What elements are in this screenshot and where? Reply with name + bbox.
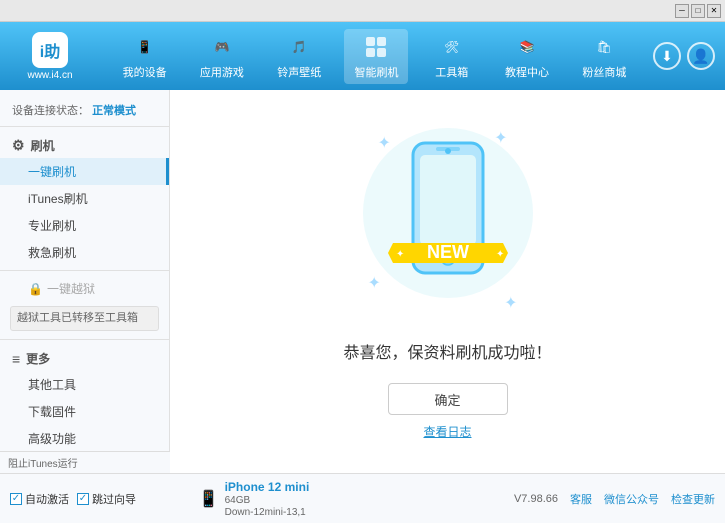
smart-flash-icon: [362, 33, 390, 61]
phone-svg: NEW ✦ ✦: [358, 123, 538, 323]
logo-area: i助 www.i4.cn: [10, 32, 90, 81]
device-model: Down-12mini-13,1: [225, 507, 310, 518]
flash-section-label: 刷机: [31, 137, 55, 154]
nav-item-tutorial[interactable]: 📚 教程中心: [495, 29, 559, 84]
success-text: 恭喜您，保资料刷机成功啦！: [343, 339, 551, 363]
flash-section-icon: ⚙: [12, 137, 25, 154]
nav-item-apps-games[interactable]: 🎮 应用游戏: [190, 29, 254, 84]
apps-games-label: 应用游戏: [200, 64, 244, 80]
wechat-public-link[interactable]: 微信公众号: [604, 491, 659, 507]
sidebar-item-advanced[interactable]: 高级功能: [0, 425, 169, 452]
device-name: iPhone 12 mini: [225, 480, 310, 494]
lock-icon: 🔒: [28, 282, 43, 296]
sidebar-divider-1: [0, 270, 169, 271]
smart-flash-label: 智能刷机: [354, 64, 398, 80]
maximize-button[interactable]: □: [691, 4, 705, 18]
sidebar-item-pro-flash[interactable]: 专业刷机: [0, 212, 169, 239]
sidebar-item-one-key-flash[interactable]: 一键刷机: [0, 158, 169, 185]
toolbox-label: 工具箱: [435, 64, 468, 80]
skip-wizard-label: 跳过向导: [92, 491, 136, 507]
status-value: 正常模式: [92, 105, 136, 117]
nav-item-my-device[interactable]: 📱 我的设备: [113, 29, 177, 84]
svg-text:✦: ✦: [496, 249, 504, 260]
status-label: 设备连接状态：: [12, 105, 89, 117]
tutorial-label: 教程中心: [505, 64, 549, 80]
fanfou-label: 粉丝商城: [582, 64, 626, 80]
nav-item-toolbox[interactable]: 🛠 工具箱: [422, 29, 482, 84]
skip-wizard-check-icon: ✓: [77, 493, 89, 505]
sidebar-item-download-firmware[interactable]: 下载固件: [0, 398, 169, 425]
svg-text:NEW: NEW: [427, 242, 469, 262]
content-area: ✦ ✦ ✦ ✦ NEW: [170, 90, 725, 473]
auto-connect-check-icon: ✓: [10, 493, 22, 505]
download-button[interactable]: ⬇: [653, 42, 681, 70]
nav-right: ⬇ 👤: [653, 42, 715, 70]
fanfou-icon: 🛍: [590, 33, 618, 61]
jailbreak-notice: 越狱工具已转移至工具箱: [10, 306, 159, 331]
auto-connect-label: 自动激活: [25, 491, 69, 507]
nav-item-fanfou[interactable]: 🛍 粉丝商城: [572, 29, 636, 84]
more-section-icon: ≡: [12, 351, 20, 367]
version-text: V7.98.66: [514, 493, 558, 505]
device-icon: 📱: [199, 489, 219, 509]
apps-games-icon: 🎮: [208, 33, 236, 61]
phone-illustration: ✦ ✦ ✦ ✦ NEW: [358, 123, 538, 323]
nav-item-smart-flash[interactable]: 智能刷机: [344, 29, 408, 84]
sidebar-section-more: ≡ 更多: [0, 344, 169, 371]
ringtones-icon: 🎵: [285, 33, 313, 61]
goto-daily-link[interactable]: 查看日志: [423, 423, 471, 440]
window-controls: ─ □ ✕: [675, 4, 721, 18]
bottom-right: V7.98.66 客服 微信公众号 检查更新: [514, 491, 715, 507]
sidebar-item-restore-flash[interactable]: 救急刷机: [0, 239, 169, 266]
sidebar-item-itunes-flash[interactable]: iTunes刷机: [0, 185, 169, 212]
user-button[interactable]: 👤: [687, 42, 715, 70]
sidebar-item-other-tools[interactable]: 其他工具: [0, 371, 169, 398]
logo-url: www.i4.cn: [27, 70, 72, 81]
toolbox-icon: 🛠: [438, 33, 466, 61]
nav-item-ringtones[interactable]: 🎵 铃声壁纸: [267, 29, 331, 84]
title-bar: ─ □ ✕: [0, 0, 725, 22]
top-nav: i助 www.i4.cn 📱 我的设备 🎮 应用游戏 🎵 铃声壁纸: [0, 22, 725, 90]
nav-items: 📱 我的设备 🎮 应用游戏 🎵 铃声壁纸 智能刷机 🛠 工具箱: [106, 29, 643, 84]
more-section-label: 更多: [26, 350, 50, 367]
sidebar-section-flash: ⚙ 刷机: [0, 131, 169, 158]
sidebar-section-jailbreak: 🔒 一键越狱: [0, 275, 169, 302]
auto-connect-checkbox[interactable]: ✓ 自动激活: [10, 491, 69, 507]
ringtones-label: 铃声壁纸: [277, 64, 321, 80]
close-button[interactable]: ✕: [707, 4, 721, 18]
sidebar-divider-2: [0, 339, 169, 340]
logo-icon-text: i助: [40, 38, 60, 62]
status-bar: 设备连接状态： 正常模式: [0, 98, 169, 127]
skip-wizard-checkbox[interactable]: ✓ 跳过向导: [77, 491, 136, 507]
device-storage: 64GB: [225, 495, 310, 506]
my-device-icon: 📱: [131, 33, 159, 61]
minimize-button[interactable]: ─: [675, 4, 689, 18]
sidebar: 设备连接状态： 正常模式 ⚙ 刷机 一键刷机 iTunes刷机 专业刷机 救急刷…: [0, 90, 170, 473]
customer-service-link[interactable]: 客服: [570, 491, 592, 507]
svg-text:✦: ✦: [396, 249, 404, 260]
logo-icon: i助: [32, 32, 68, 68]
check-update-link[interactable]: 检查更新: [671, 491, 715, 507]
jailbreak-section-label: 一键越狱: [47, 280, 95, 297]
my-device-label: 我的设备: [123, 64, 167, 80]
confirm-button[interactable]: 确定: [388, 383, 508, 415]
tutorial-icon: 📚: [513, 33, 541, 61]
itunes-status: 阻止iTunes运行: [0, 451, 170, 473]
checkbox-area: ✓ 自动激活 ✓ 跳过向导: [10, 491, 183, 507]
device-info: iPhone 12 mini 64GB Down-12mini-13,1: [225, 480, 310, 518]
